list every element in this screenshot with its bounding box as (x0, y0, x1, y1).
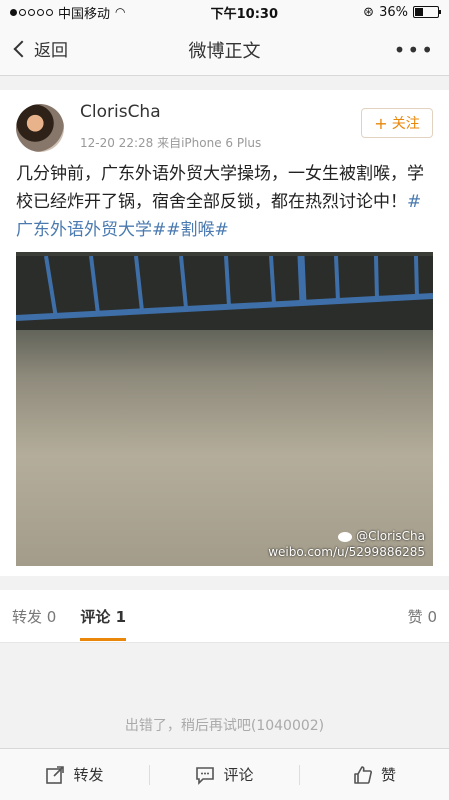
signal-strength-icon (10, 8, 53, 16)
follow-button[interactable]: + 关注 (361, 108, 433, 138)
battery-percent: 36% (379, 4, 408, 20)
tab-repost-count: 0 (46, 607, 57, 626)
tab-likes[interactable]: 赞 0 (396, 606, 449, 627)
error-message: 出错了，稍后再试吧(1040002) (124, 718, 325, 734)
tab-comment-count: 1 (115, 607, 127, 626)
status-right: ⊛ 36% (363, 4, 441, 20)
status-bar: 中国移动 ◠ 下午10:30 ⊛ 36% (0, 0, 449, 24)
repost-button[interactable]: 转发 (0, 764, 149, 785)
weibo-logo-icon (338, 531, 353, 542)
share-icon (46, 765, 65, 784)
chevron-left-icon (13, 40, 31, 57)
status-left: 中国移动 ◠ (10, 3, 126, 22)
photo-watermark: @ClorisCha weibo.com/u/5299886285 (268, 528, 425, 560)
watermark-user: @ClorisCha (356, 529, 425, 543)
post-photo[interactable]: @ClorisCha weibo.com/u/5299886285 (16, 252, 433, 566)
carrier-label: 中国移动 (58, 6, 111, 22)
post-tabs: 转发 0 评论 1 赞 0 (0, 590, 449, 642)
battery-icon (412, 6, 441, 18)
nav-bar: 返回 微博正文 ••• (0, 24, 449, 76)
tab-comment[interactable]: 评论 1 (68, 606, 138, 641)
tab-comment-label: 评论 (80, 607, 111, 626)
thumbs-up-icon (354, 765, 372, 784)
repost-label: 转发 (73, 766, 104, 784)
back-label: 返回 (34, 41, 68, 61)
avatar[interactable] (16, 104, 64, 152)
bottom-toolbar: 转发 评论 赞 (0, 748, 449, 800)
page-title: 微博正文 (188, 40, 261, 62)
hashtag-link[interactable]: #割喉# (166, 220, 229, 240)
like-button[interactable]: 赞 (300, 764, 449, 785)
tab-likes-count: 0 (427, 607, 437, 626)
post-body: 几分钟前，广东外语外贸大学操场，一女生被割喉，学校已经炸开了锅，宿舍全部反锁，都… (16, 164, 424, 212)
wifi-icon: ◠ (115, 5, 126, 19)
follow-label: 关注 (391, 116, 420, 132)
comment-icon (196, 766, 215, 785)
plus-icon: + (374, 113, 388, 133)
status-time: 下午10:30 (210, 6, 279, 22)
tab-repost[interactable]: 转发 0 (0, 606, 68, 627)
comment-button[interactable]: 评论 (150, 764, 299, 785)
username[interactable]: ClorisCha (80, 102, 161, 122)
tabs-divider (0, 642, 449, 643)
more-options-button[interactable]: ••• (394, 38, 435, 62)
back-button[interactable]: 返回 (12, 36, 68, 61)
comment-label: 评论 (223, 766, 254, 784)
watermark-url: weibo.com/u/5299886285 (268, 545, 425, 559)
fence-graphic (16, 256, 433, 330)
tab-repost-label: 转发 (12, 607, 43, 626)
tab-likes-label: 赞 (407, 607, 423, 626)
like-label: 赞 (380, 766, 396, 784)
post-card: ClorisCha 12-20 22:28 来自iPhone 6 Plus + … (0, 90, 449, 576)
rotation-lock-icon: ⊛ (363, 4, 375, 20)
post-meta: 12-20 22:28 来自iPhone 6 Plus (80, 136, 262, 150)
post-text: 几分钟前，广东外语外贸大学操场，一女生被割喉，学校已经炸开了锅，宿舍全部反锁，都… (16, 160, 436, 244)
